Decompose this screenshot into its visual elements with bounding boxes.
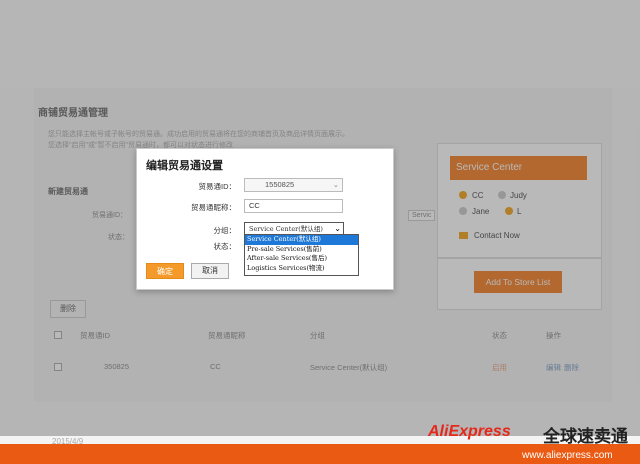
id-select[interactable]: 1550825 ⌄ [244,178,343,192]
group-option[interactable]: Pre-sale Services(售前) [245,245,358,255]
status-label: 状态： [213,242,237,251]
logo-chinese: 全球速卖通 [543,427,628,446]
group-dropdown[interactable]: Service Center(默认组) Pre-sale Services(售前… [244,234,359,276]
group-selected-value: Service Center(默认组) [249,225,323,233]
id-label: 贸易通ID： [198,182,237,191]
aliexpress-logo: AliExpress [428,423,511,440]
chevron-down-icon: ⌄ [332,180,339,189]
nickname-label: 贸易通昵称： [191,203,236,212]
nickname-input[interactable]: CC [244,199,343,213]
group-option[interactable]: After-sale Services(售后) [245,254,358,264]
dialog-title: 编辑贸易通设置 [146,160,223,172]
screenshot-stage: 商铺贸易通管理 您只能选择主帐号或子帐号的贸易通。成功启用的贸易通将在您的商铺首… [0,0,640,464]
group-label: 分组： [213,226,237,235]
footer-url: www.aliexpress.com [522,450,613,461]
id-value: 1550825 [265,180,295,189]
confirm-button[interactable]: 确定 [146,263,184,279]
group-option[interactable]: Service Center(默认组) [245,235,358,245]
cancel-button[interactable]: 取消 [191,263,229,279]
group-option[interactable]: Logistics Services(物流) [245,264,358,274]
